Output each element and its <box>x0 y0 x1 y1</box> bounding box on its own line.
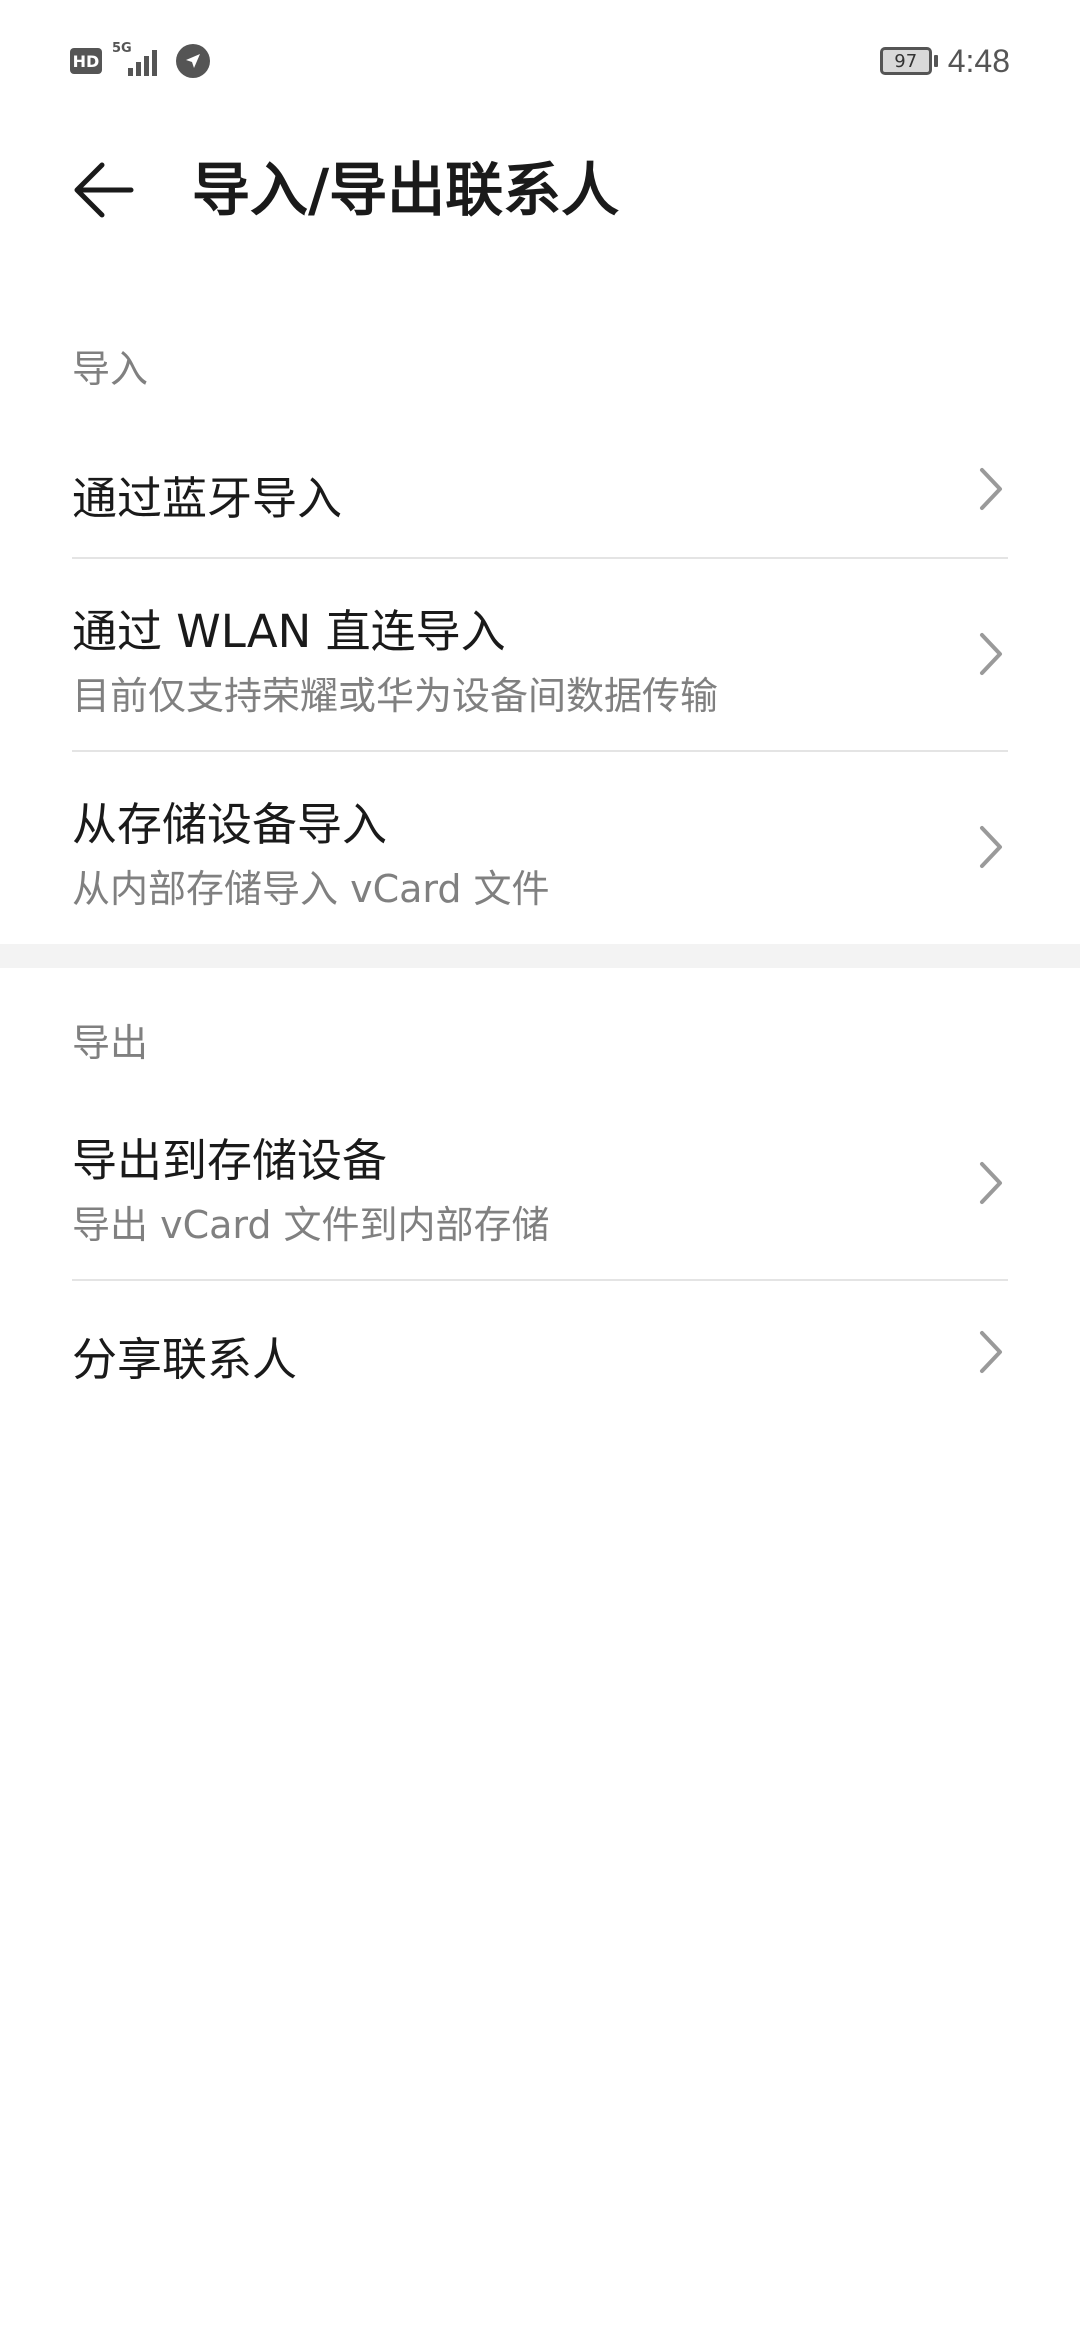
import-via-wlan-direct[interactable]: 通过 WLAN 直连导入 目前仅支持荣耀或华为设备间数据传输 <box>0 559 1080 751</box>
clock: 4:48 <box>947 42 1010 79</box>
signal-icon: 5G <box>112 42 166 80</box>
battery-icon: 97 <box>879 47 938 75</box>
item-subtitle: 从内部存储导入 vCard 文件 <box>72 867 550 911</box>
battery-level: 97 <box>879 47 932 75</box>
export-section-header: 导出 <box>72 1021 149 1065</box>
item-title: 从存储设备导入 <box>72 798 388 851</box>
item-title: 分享联系人 <box>72 1333 298 1386</box>
share-contacts[interactable]: 分享联系人 <box>0 1281 1080 1421</box>
status-right-icons: 97 4:48 <box>879 40 1010 82</box>
section-separator <box>0 944 1080 968</box>
item-title: 导出到存储设备 <box>72 1134 388 1187</box>
item-title: 通过蓝牙导入 <box>72 472 343 525</box>
back-button[interactable] <box>64 150 144 230</box>
hd-icon: HD <box>70 48 102 74</box>
app-header: 导入/导出联系人 <box>0 130 1080 240</box>
chevron-right-icon <box>980 1162 1002 1204</box>
status-left-icons: HD 5G <box>70 40 210 82</box>
chevron-right-icon <box>980 468 1002 510</box>
item-title: 通过 WLAN 直连导入 <box>72 605 506 658</box>
back-arrow-icon <box>74 162 134 218</box>
status-bar: HD 5G 97 4:48 <box>0 0 1080 120</box>
chevron-right-icon <box>980 826 1002 868</box>
import-via-bluetooth[interactable]: 通过蓝牙导入 <box>0 420 1080 558</box>
navigation-icon <box>176 44 210 78</box>
export-to-storage[interactable]: 导出到存储设备 导出 vCard 文件到内部存储 <box>0 1088 1080 1280</box>
chevron-right-icon <box>980 633 1002 675</box>
item-subtitle: 目前仅支持荣耀或华为设备间数据传输 <box>72 674 719 718</box>
item-subtitle: 导出 vCard 文件到内部存储 <box>72 1203 550 1247</box>
chevron-right-icon <box>980 1331 1002 1373</box>
import-section-header: 导入 <box>72 347 149 391</box>
page-title: 导入/导出联系人 <box>192 156 620 224</box>
import-from-storage[interactable]: 从存储设备导入 从内部存储导入 vCard 文件 <box>0 752 1080 944</box>
signal-bars <box>128 50 157 76</box>
